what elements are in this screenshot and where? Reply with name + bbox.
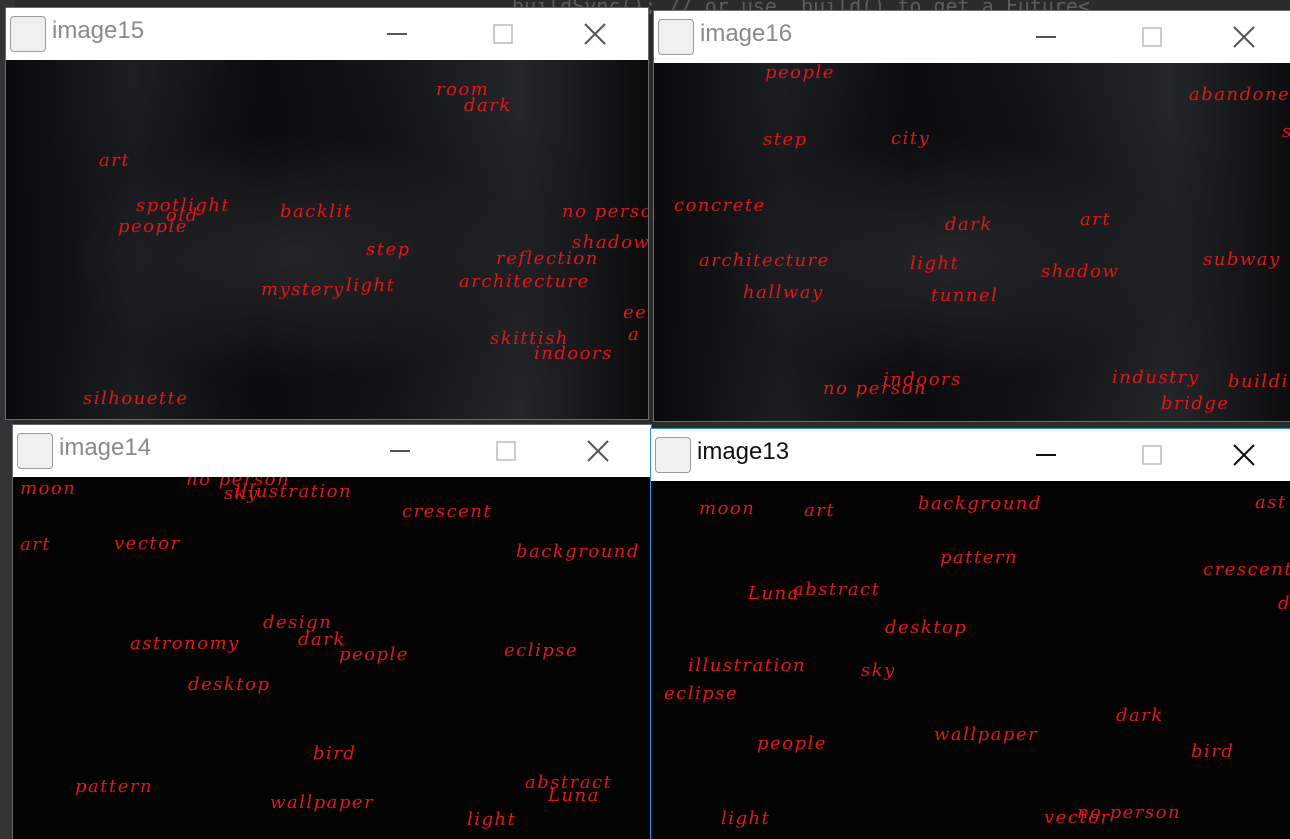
window-title: image15	[52, 17, 145, 44]
window-image15[interactable]: image15 room dark art spotlight old people bac…	[5, 7, 649, 420]
maximize-icon[interactable]	[1129, 19, 1175, 55]
tag-label: art	[1080, 209, 1112, 230]
tag-label: people	[118, 216, 188, 237]
tag-label: tunnel	[931, 285, 999, 306]
title-bar[interactable]: image15	[6, 8, 648, 60]
window-title: image16	[700, 20, 793, 47]
tag-label: de	[1278, 593, 1290, 614]
tag-label: art	[99, 150, 131, 171]
tag-label: Luna	[548, 785, 600, 806]
java-cup-icon	[17, 433, 53, 469]
tag-label: no person	[562, 201, 648, 222]
window-title: image14	[59, 434, 152, 461]
minimize-icon[interactable]	[1023, 437, 1069, 473]
tag-label: no person	[1077, 802, 1182, 823]
tag-label: light	[910, 253, 960, 274]
tag-label: people	[757, 733, 827, 754]
tag-label: dark	[1116, 705, 1164, 726]
tag-label: desktop	[885, 617, 968, 638]
tag-label: crescent	[1203, 559, 1290, 580]
tag-label: building	[1228, 371, 1290, 392]
tag-label: hallway	[743, 282, 824, 303]
window-image14[interactable]: image14 moon no person sky illustration cres…	[12, 424, 652, 839]
tag-label: moon	[699, 498, 756, 519]
desktop: .buildSync(); // or use .build() to get …	[0, 0, 1290, 839]
image-canvas: room dark art spotlight old people backlit no p…	[6, 60, 648, 419]
tag-label: mystery	[261, 279, 345, 300]
tag-label: backlit	[280, 201, 353, 222]
tag-label: dark	[464, 95, 512, 116]
tag-label: astronomy	[130, 633, 240, 654]
tag-label: pattern	[75, 776, 154, 797]
minimize-icon[interactable]	[1023, 19, 1069, 55]
tag-label: no person	[823, 378, 928, 399]
tag-label: art	[804, 500, 836, 521]
tag-label: moon	[20, 478, 77, 499]
tag-label: light	[346, 275, 396, 296]
tag-label: vector	[114, 533, 181, 554]
close-icon[interactable]	[1221, 437, 1267, 473]
tag-label: wallpaper	[934, 724, 1039, 745]
minimize-icon[interactable]	[374, 16, 420, 52]
tag-label: s	[1282, 123, 1290, 141]
tag-label: industry	[1112, 367, 1200, 388]
tag-label: abandoned	[1189, 84, 1290, 105]
window-image16[interactable]: image16 people abandoned s step city concrete…	[653, 10, 1290, 422]
maximize-icon[interactable]	[480, 16, 526, 52]
tag-label: step	[763, 129, 808, 150]
tag-label: people	[339, 644, 409, 665]
tag-label: bird	[313, 743, 357, 764]
tag-label: illustration	[688, 655, 807, 676]
window-image13[interactable]: image13 moon art background ast pattern cresc…	[650, 428, 1290, 839]
image-canvas: moon no person sky illustration crescent art v…	[13, 477, 651, 839]
tag-label: dark	[945, 214, 993, 235]
window-title: image13	[697, 438, 790, 465]
tag-label: crescent	[402, 501, 493, 522]
tag-label: city	[891, 128, 931, 149]
tag-label: eclipse	[664, 683, 739, 704]
tag-label: light	[467, 809, 517, 830]
tag-label: concrete	[674, 195, 766, 216]
title-bar[interactable]: image14	[13, 425, 651, 477]
java-cup-icon	[10, 16, 46, 52]
tag-label: illustration	[234, 481, 353, 502]
close-icon[interactable]	[1221, 19, 1267, 55]
image-canvas: moonartbackgroundastpatterncrescentdeLun…	[651, 481, 1290, 839]
tag-label: silhouette	[83, 388, 189, 409]
tag-label: indoors	[534, 343, 613, 364]
tag-label: light	[721, 808, 771, 829]
tag-label: ee	[623, 302, 648, 323]
tag-label: step	[366, 239, 411, 260]
maximize-icon[interactable]	[1129, 437, 1175, 473]
title-bar[interactable]: image13	[651, 429, 1290, 481]
tag-label: subway	[1203, 249, 1281, 270]
minimize-icon[interactable]	[377, 433, 423, 469]
close-icon[interactable]	[572, 16, 618, 52]
tag-label: architecture	[699, 250, 830, 271]
tag-label: abstract	[793, 579, 881, 600]
tag-label: a	[628, 324, 641, 345]
title-bar[interactable]: image16	[654, 11, 1290, 63]
tag-label: desktop	[188, 674, 271, 695]
image-canvas: people abandoned s step city concrete dark art a…	[654, 63, 1290, 421]
tag-label: background	[918, 493, 1042, 514]
tag-label: people	[765, 63, 835, 83]
tag-label: reflection	[496, 248, 599, 269]
tag-label: bridge	[1161, 393, 1230, 414]
tag-label: ast	[1255, 492, 1287, 513]
tag-label: sky	[861, 660, 896, 681]
maximize-icon[interactable]	[483, 433, 529, 469]
close-icon[interactable]	[575, 433, 621, 469]
tag-label: shadow	[1041, 261, 1120, 282]
tag-label: pattern	[940, 547, 1019, 568]
tag-label: eclipse	[504, 640, 579, 661]
tag-label: art	[20, 534, 52, 555]
tag-label: architecture	[459, 271, 590, 292]
java-cup-icon	[658, 19, 694, 55]
java-cup-icon	[655, 437, 691, 473]
tag-label: bird	[1191, 741, 1235, 762]
tag-label: wallpaper	[270, 792, 375, 813]
tag-label: background	[516, 541, 640, 562]
